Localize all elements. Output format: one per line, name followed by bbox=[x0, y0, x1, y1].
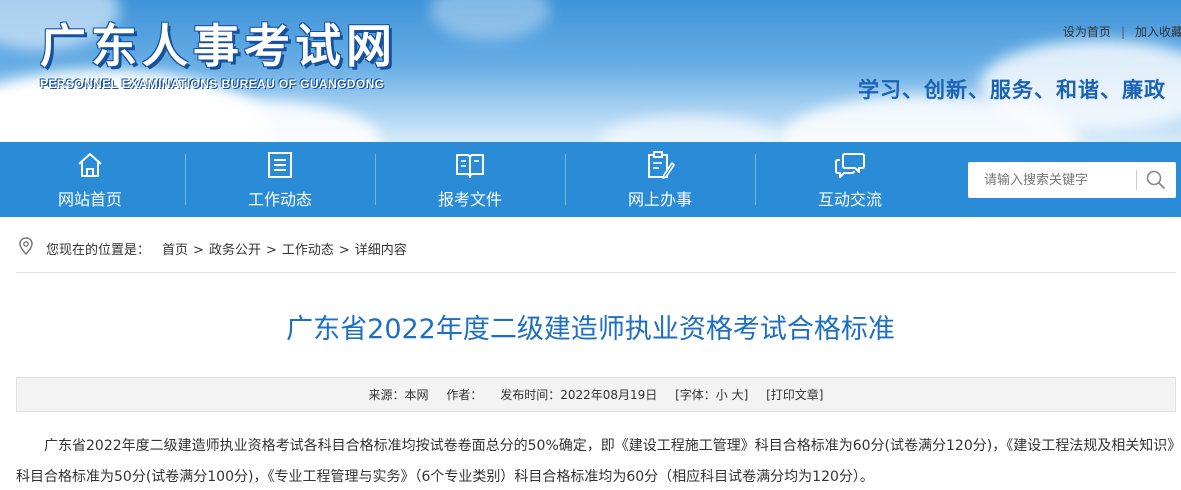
breadcrumb-current: 详细内容 bbox=[354, 243, 407, 258]
print-article-link[interactable]: [打印文章] bbox=[766, 388, 823, 402]
article-body: 广东省2022年度二级建造师执业资格考试各科目合格标准均按试卷卷面总分的50%确… bbox=[16, 431, 1181, 490]
font-size-toggle[interactable]: [字体：小 大] bbox=[675, 388, 748, 402]
link-separator: | bbox=[1120, 25, 1125, 39]
article-date: 发布时间：2022年08月19日 bbox=[500, 388, 658, 402]
nav-label: 互动交流 bbox=[817, 190, 882, 209]
search-input[interactable] bbox=[968, 162, 1136, 198]
clipboard-edit-icon bbox=[648, 151, 675, 179]
breadcrumb-arrow: > bbox=[338, 243, 350, 258]
nav-item-online-services[interactable]: 网上办事 bbox=[565, 142, 755, 217]
article-meta-bar: 来源：本网 作者： 发布时间：2022年08月19日 [字体：小 大] [打印文… bbox=[16, 377, 1176, 412]
header-banner: 广东人事考试网 PERSONNEL EXAMINATIONS BUREAU OF… bbox=[0, 0, 1181, 142]
chat-bubbles-icon bbox=[835, 153, 865, 178]
nav-label: 工作动态 bbox=[247, 190, 312, 209]
breadcrumb-arrow: > bbox=[193, 243, 204, 258]
search-icon[interactable] bbox=[1144, 169, 1168, 191]
article-paragraph: 广东省2022年度二级建造师执业资格考试各科目合格标准均按试卷卷面总分的50%确… bbox=[16, 438, 1181, 485]
open-book-icon bbox=[456, 154, 484, 178]
site-logo-title[interactable]: 广东人事考试网 bbox=[40, 10, 397, 76]
location-pin-icon bbox=[19, 237, 33, 255]
breadcrumb-work-news[interactable]: 工作动态 bbox=[282, 243, 334, 258]
nav-item-interaction[interactable]: 互动交流 bbox=[755, 142, 945, 217]
add-favorite-link[interactable]: 加入收藏 bbox=[1135, 25, 1181, 39]
cloud-decoration bbox=[430, 0, 550, 40]
cloud-decoration bbox=[600, 115, 780, 142]
breadcrumb-lead: 您现在的位置是： bbox=[46, 243, 151, 258]
home-icon bbox=[78, 153, 102, 177]
site-slogan: 学习、创新、服务、和谐、廉政 bbox=[858, 78, 1166, 102]
breadcrumb-home[interactable]: 首页 bbox=[162, 243, 188, 258]
nav-item-work-news[interactable]: 工作动态 bbox=[185, 142, 375, 217]
search-divider bbox=[1136, 170, 1137, 190]
breadcrumb: 您现在的位置是： 首页 > 政务公开 > 工作动态 > 详细内容 bbox=[16, 231, 1176, 265]
article-title: 广东省2022年度二级建造师执业资格考试合格标准 bbox=[286, 314, 895, 345]
set-homepage-link[interactable]: 设为首页 bbox=[1063, 25, 1111, 39]
top-links: 设为首页 | 加入收藏 bbox=[1063, 23, 1181, 40]
news-list-icon bbox=[268, 152, 292, 178]
nav-label: 网上办事 bbox=[627, 190, 692, 209]
nav-label: 报考文件 bbox=[437, 190, 502, 209]
breadcrumb-gov-affairs[interactable]: 政务公开 bbox=[209, 243, 261, 258]
article-author: 作者： bbox=[446, 388, 483, 402]
article-source: 来源：本网 bbox=[368, 388, 429, 402]
breadcrumb-arrow: > bbox=[265, 243, 277, 258]
nav-item-home[interactable]: 网站首页 bbox=[0, 142, 185, 217]
site-search bbox=[968, 162, 1176, 198]
breadcrumb-divider bbox=[16, 272, 1176, 273]
site-logo-subtitle: PERSONNEL EXAMINATIONS BUREAU OF GUANGDO… bbox=[40, 77, 385, 91]
nav-label: 网站首页 bbox=[57, 190, 122, 209]
nav-item-exam-documents[interactable]: 报考文件 bbox=[375, 142, 565, 217]
